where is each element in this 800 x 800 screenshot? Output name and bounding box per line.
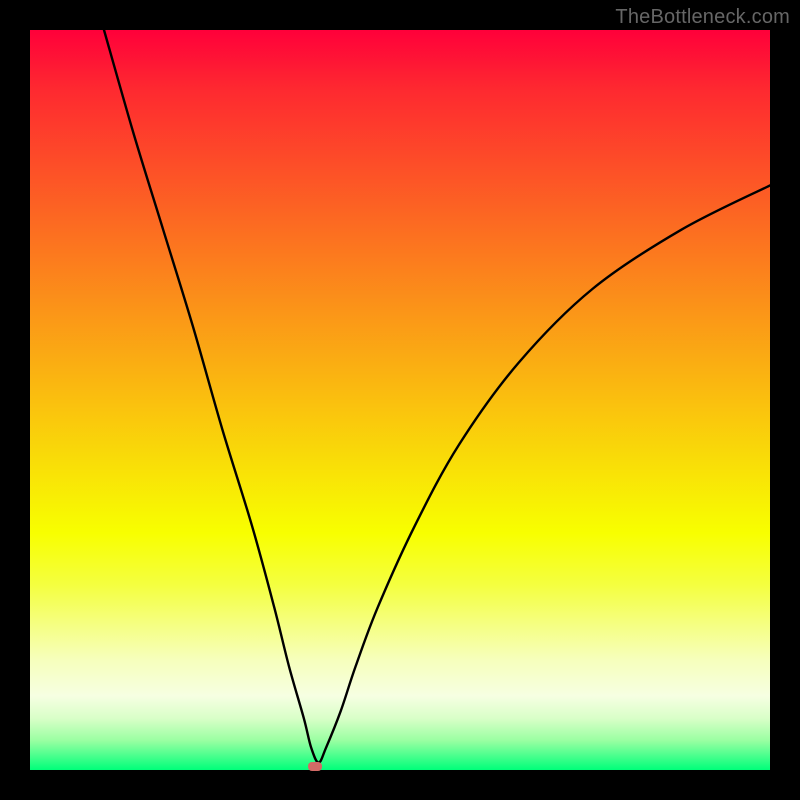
- bottleneck-curve: [104, 30, 770, 763]
- curve-svg: [30, 30, 770, 770]
- min-marker: [308, 762, 323, 771]
- watermark-text: TheBottleneck.com: [615, 6, 790, 29]
- chart-frame: TheBottleneck.com: [0, 0, 800, 800]
- plot-area: [30, 30, 770, 770]
